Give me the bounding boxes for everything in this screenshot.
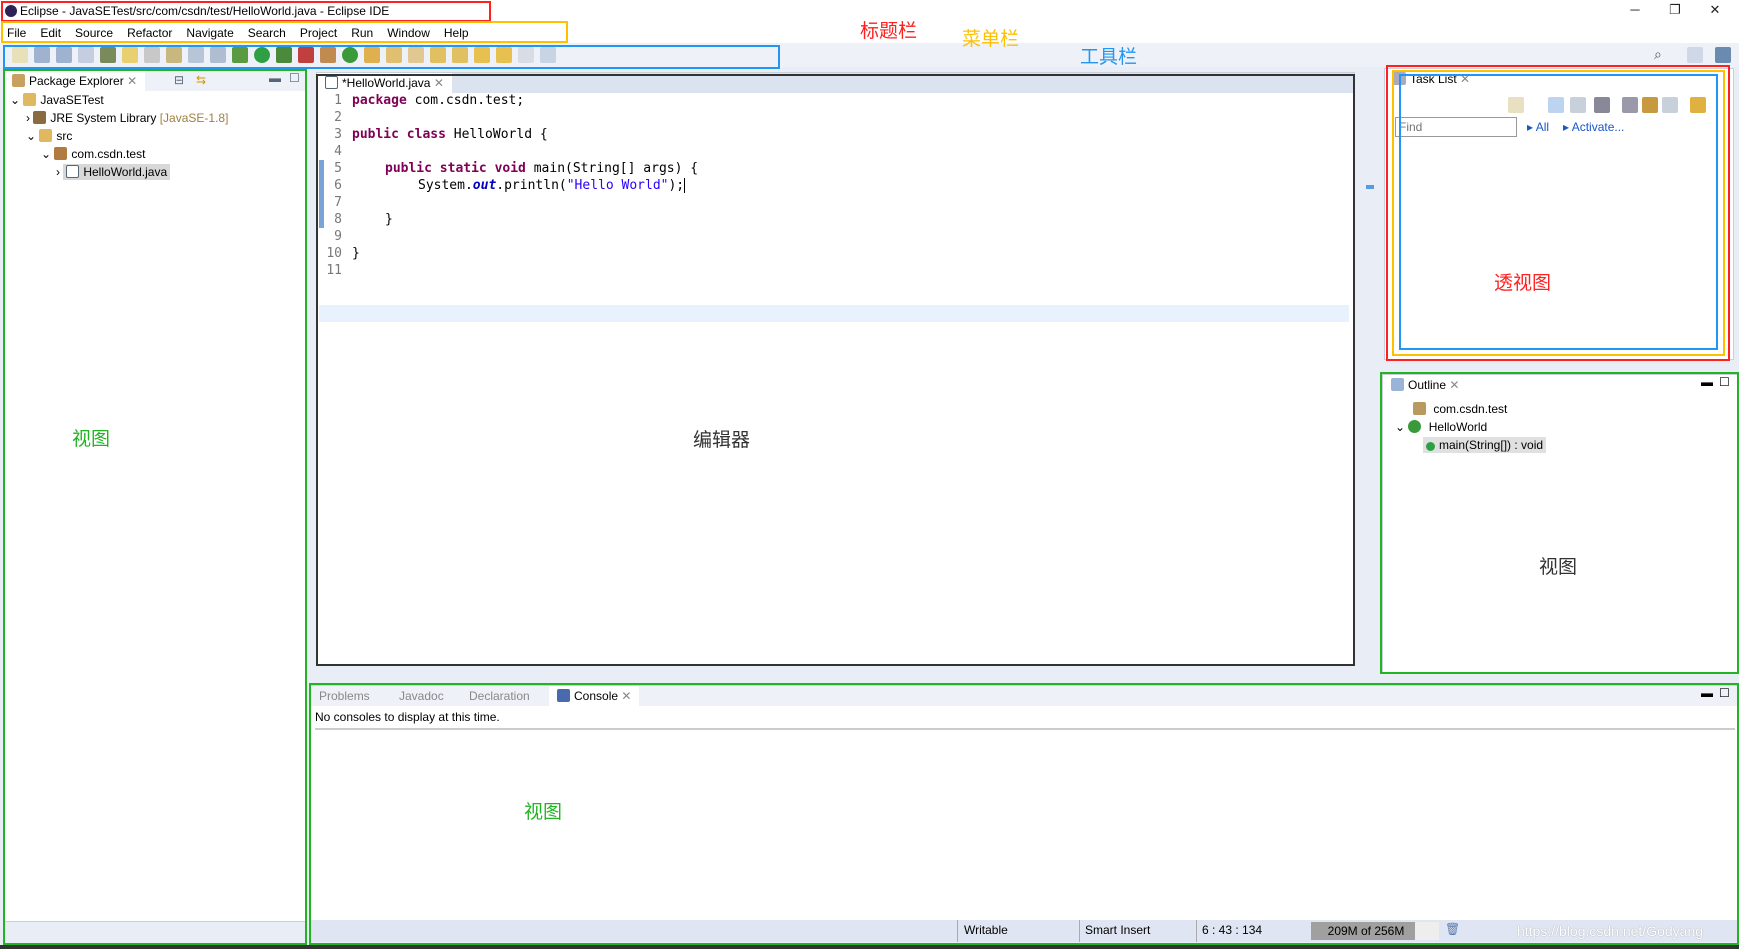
annotation-editor: 编辑器 [693,430,751,451]
annotation-toolbar: 工具栏 [1080,47,1138,68]
annotation-box-right-view [1380,372,1739,674]
overview-ruler-marker [1366,185,1374,189]
close-button[interactable]: ✕ [1700,2,1730,22]
annotation-menu-bar: 菜单栏 [962,29,1020,50]
open-perspective-icon[interactable] [1687,47,1703,63]
annotation-box-editor [316,74,1355,666]
annotation-perspective: 透视图 [1494,273,1552,294]
annotation-box-perspective-blue [1399,74,1718,350]
annotation-view-left: 视图 [72,429,111,450]
java-perspective-icon[interactable] [1715,47,1731,63]
annotation-box-menu [1,21,568,43]
annotation-box-title [1,1,491,22]
annotation-title-bar: 标题栏 [860,21,918,42]
annotation-box-toolbar [3,45,780,69]
search-icon[interactable]: ⌕ [1654,46,1662,63]
annotation-box-left-view [3,69,307,945]
annotation-view-bottom: 视图 [524,802,563,823]
minimize-button[interactable]: ─ [1620,2,1650,22]
restore-button[interactable]: ❐ [1660,2,1690,22]
taskbar-edge [0,945,1739,949]
annotation-view-right: 视图 [1539,557,1578,578]
